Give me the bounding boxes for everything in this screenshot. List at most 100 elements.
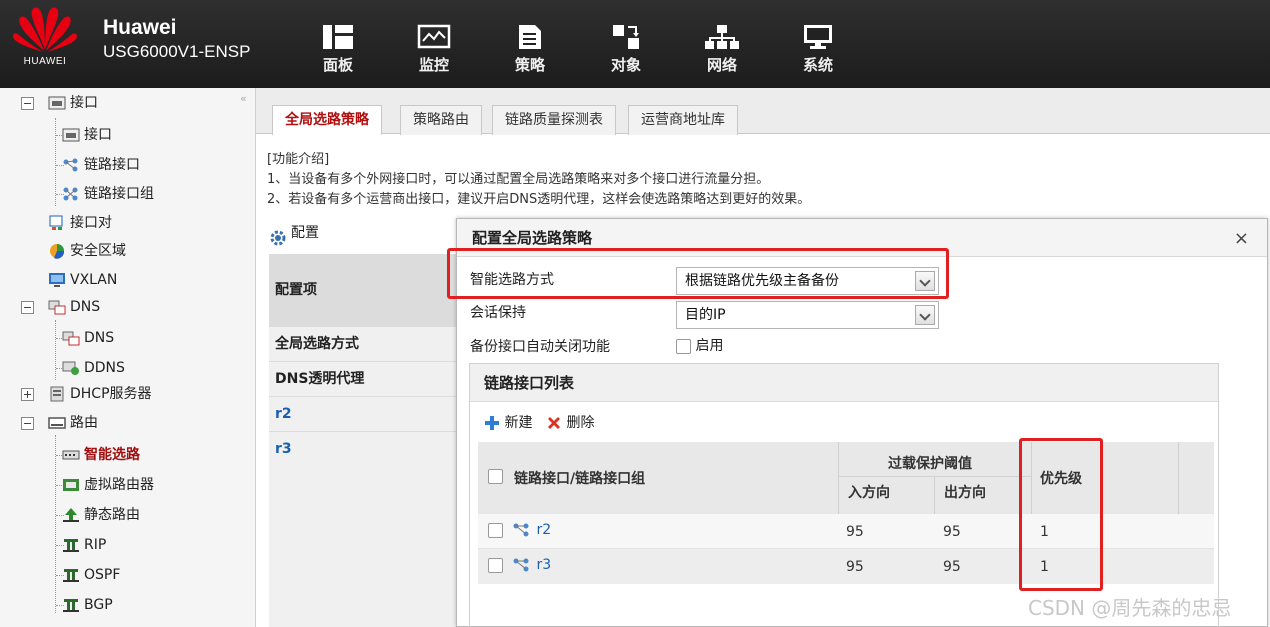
ddns-icon — [62, 360, 80, 376]
config-column-header: 配置项 — [269, 254, 457, 327]
session-keep-value: 目的IP — [685, 307, 726, 323]
sidebar-item-label: 安全区域 — [70, 243, 126, 259]
link-interface-icon — [513, 558, 529, 572]
smart-route-mode-label: 智能选路方式 — [470, 272, 554, 288]
tab-global-route-policy[interactable]: 全局选路策略 — [272, 105, 382, 135]
sidebar-item-label: DNS — [70, 299, 101, 315]
sidebar-item-dhcp[interactable]: DHCP服务器 — [48, 382, 152, 406]
sidebar-item-virtual-router[interactable]: 虚拟路由器 — [62, 473, 154, 497]
row-select-option[interactable] — [488, 522, 503, 538]
sidebar-item-dns[interactable]: DNS — [62, 326, 114, 350]
smart-route-mode-select[interactable]: 根据链路优先级主备备份 — [676, 267, 939, 295]
expand-dhcp-icon[interactable] — [21, 388, 34, 401]
column-in-direction: 入方向 — [848, 485, 890, 501]
tab-bar: 全局选路策略 策略路由 链路质量探测表 运营商地址库 — [256, 88, 1270, 135]
nav-object[interactable]: 对象 — [596, 20, 656, 80]
column-link-interface: 链路接口/链路接口组 — [514, 471, 646, 487]
sidebar-item-interface-pair[interactable]: 接口对 — [48, 211, 112, 235]
nav-dashboard[interactable]: 面板 — [308, 20, 368, 80]
select-all-checkbox[interactable] — [488, 468, 503, 484]
sidebar-item-label: DHCP服务器 — [70, 386, 152, 402]
smart-route-icon — [62, 447, 80, 463]
backup-auto-close-option[interactable]: 启用 — [676, 335, 723, 355]
gear-icon — [269, 224, 287, 246]
delete-button[interactable]: 删除 — [546, 412, 594, 432]
sidebar-item-smart-route[interactable]: 智能选路 — [62, 443, 140, 467]
sidebar-item-interface-group[interactable]: 接口 — [48, 91, 98, 115]
vxlan-icon — [48, 272, 66, 288]
sidebar-item-route-group[interactable]: 路由 — [48, 411, 98, 435]
interface-pair-icon — [48, 215, 66, 231]
config-row-r3[interactable]: r3 — [269, 432, 457, 467]
dashboard-icon — [323, 25, 353, 49]
tab-isp-address-library[interactable]: 运营商地址库 — [628, 105, 738, 135]
nav-label: 网络 — [706, 56, 737, 74]
sidebar-item-static-route[interactable]: 静态路由 — [62, 503, 140, 527]
backup-auto-close-text: 启用 — [695, 338, 724, 354]
sidebar-item-ospf[interactable]: OSPF — [62, 563, 120, 587]
config-row-r2[interactable]: r2 — [269, 397, 457, 432]
backup-auto-close-checkbox[interactable] — [676, 338, 691, 354]
tab-policy-route[interactable]: 策略路由 — [400, 105, 482, 135]
tab-link-quality-probe[interactable]: 链路质量探测表 — [492, 105, 616, 135]
session-keep-label: 会话保持 — [470, 305, 526, 321]
ospf-icon — [62, 567, 80, 583]
column-overload-threshold: 过载保护阈值 — [888, 456, 972, 472]
close-icon[interactable]: × — [1234, 228, 1249, 249]
chevron-down-icon[interactable] — [915, 271, 935, 291]
sidebar-item-interface[interactable]: 接口 — [62, 123, 112, 147]
sidebar-item-bgp[interactable]: BGP — [62, 593, 113, 617]
chevron-down-icon[interactable] — [915, 305, 935, 325]
sidebar-item-vxlan[interactable]: VXLAN — [48, 268, 117, 292]
sidebar-item-label: 接口 — [70, 95, 98, 111]
sidebar-item-label: 静态路由 — [84, 507, 140, 523]
column-out-direction: 出方向 — [944, 485, 986, 501]
sidebar-item-link-interface[interactable]: 链路接口 — [62, 153, 140, 177]
row-checkbox[interactable] — [488, 522, 503, 538]
row-priority-value: 1 — [1040, 524, 1049, 540]
nav-policy[interactable]: 策略 — [500, 20, 560, 80]
row-select-option[interactable] — [488, 557, 503, 573]
nav-network[interactable]: 网络 — [692, 20, 752, 80]
sidebar-item-label: 虚拟路由器 — [84, 477, 154, 493]
sidebar-item-label: RIP — [84, 537, 107, 553]
sidebar-item-rip[interactable]: RIP — [62, 533, 106, 557]
sidebar-item-ddns[interactable]: DDNS — [62, 356, 125, 380]
static-route-icon — [62, 507, 80, 523]
config-row-dns-proxy: DNS透明代理 — [269, 362, 457, 397]
add-icon — [485, 416, 499, 430]
sidebar-item-label: BGP — [84, 597, 113, 613]
collapse-interface-icon[interactable] — [21, 97, 34, 110]
config-row-global-mode: 全局选路方式 — [269, 327, 457, 362]
row-in-value: 95 — [846, 524, 864, 540]
new-button-label: 新建 — [504, 415, 533, 431]
dhcp-icon — [48, 386, 66, 402]
row-priority-value: 1 — [1040, 559, 1049, 575]
dialog-title: 配置全局选路策略 — [457, 219, 1267, 257]
huawei-logo: HUAWEI — [4, 4, 86, 82]
nav-monitor[interactable]: 监控 — [404, 20, 464, 80]
policy-icon — [519, 25, 541, 49]
session-keep-select[interactable]: 目的IP — [676, 301, 939, 329]
link-interface-r3[interactable]: r3 — [512, 557, 551, 573]
new-button[interactable]: 新建 — [484, 412, 532, 432]
sidebar-item-dns-group[interactable]: DNS — [48, 295, 100, 319]
row-out-value: 95 — [943, 524, 961, 540]
collapse-sidebar-icon[interactable]: « — [240, 92, 247, 105]
global-route-policy-dialog: 配置全局选路策略 × 智能选路方式 根据链路优先级主备备份 会话保持 目的IP … — [456, 218, 1268, 627]
collapse-dns-icon[interactable] — [21, 301, 34, 314]
link-interface-r2[interactable]: r2 — [512, 522, 551, 538]
row-out-value: 95 — [943, 559, 961, 575]
collapse-route-icon[interactable] — [21, 417, 34, 430]
sidebar-item-label: 接口对 — [70, 215, 112, 231]
interface-icon — [62, 127, 80, 143]
logo-word: HUAWEI — [23, 56, 67, 67]
sidebar-item-link-interface-group[interactable]: 链路接口组 — [62, 182, 154, 206]
select-all-option[interactable] — [488, 468, 503, 484]
object-icon — [613, 25, 639, 49]
smart-route-mode-value: 根据链路优先级主备备份 — [685, 273, 839, 289]
sidebar-item-security-zone[interactable]: 安全区域 — [48, 239, 126, 263]
column-priority: 优先级 — [1040, 471, 1082, 487]
nav-system[interactable]: 系统 — [788, 20, 848, 80]
row-checkbox[interactable] — [488, 557, 503, 573]
